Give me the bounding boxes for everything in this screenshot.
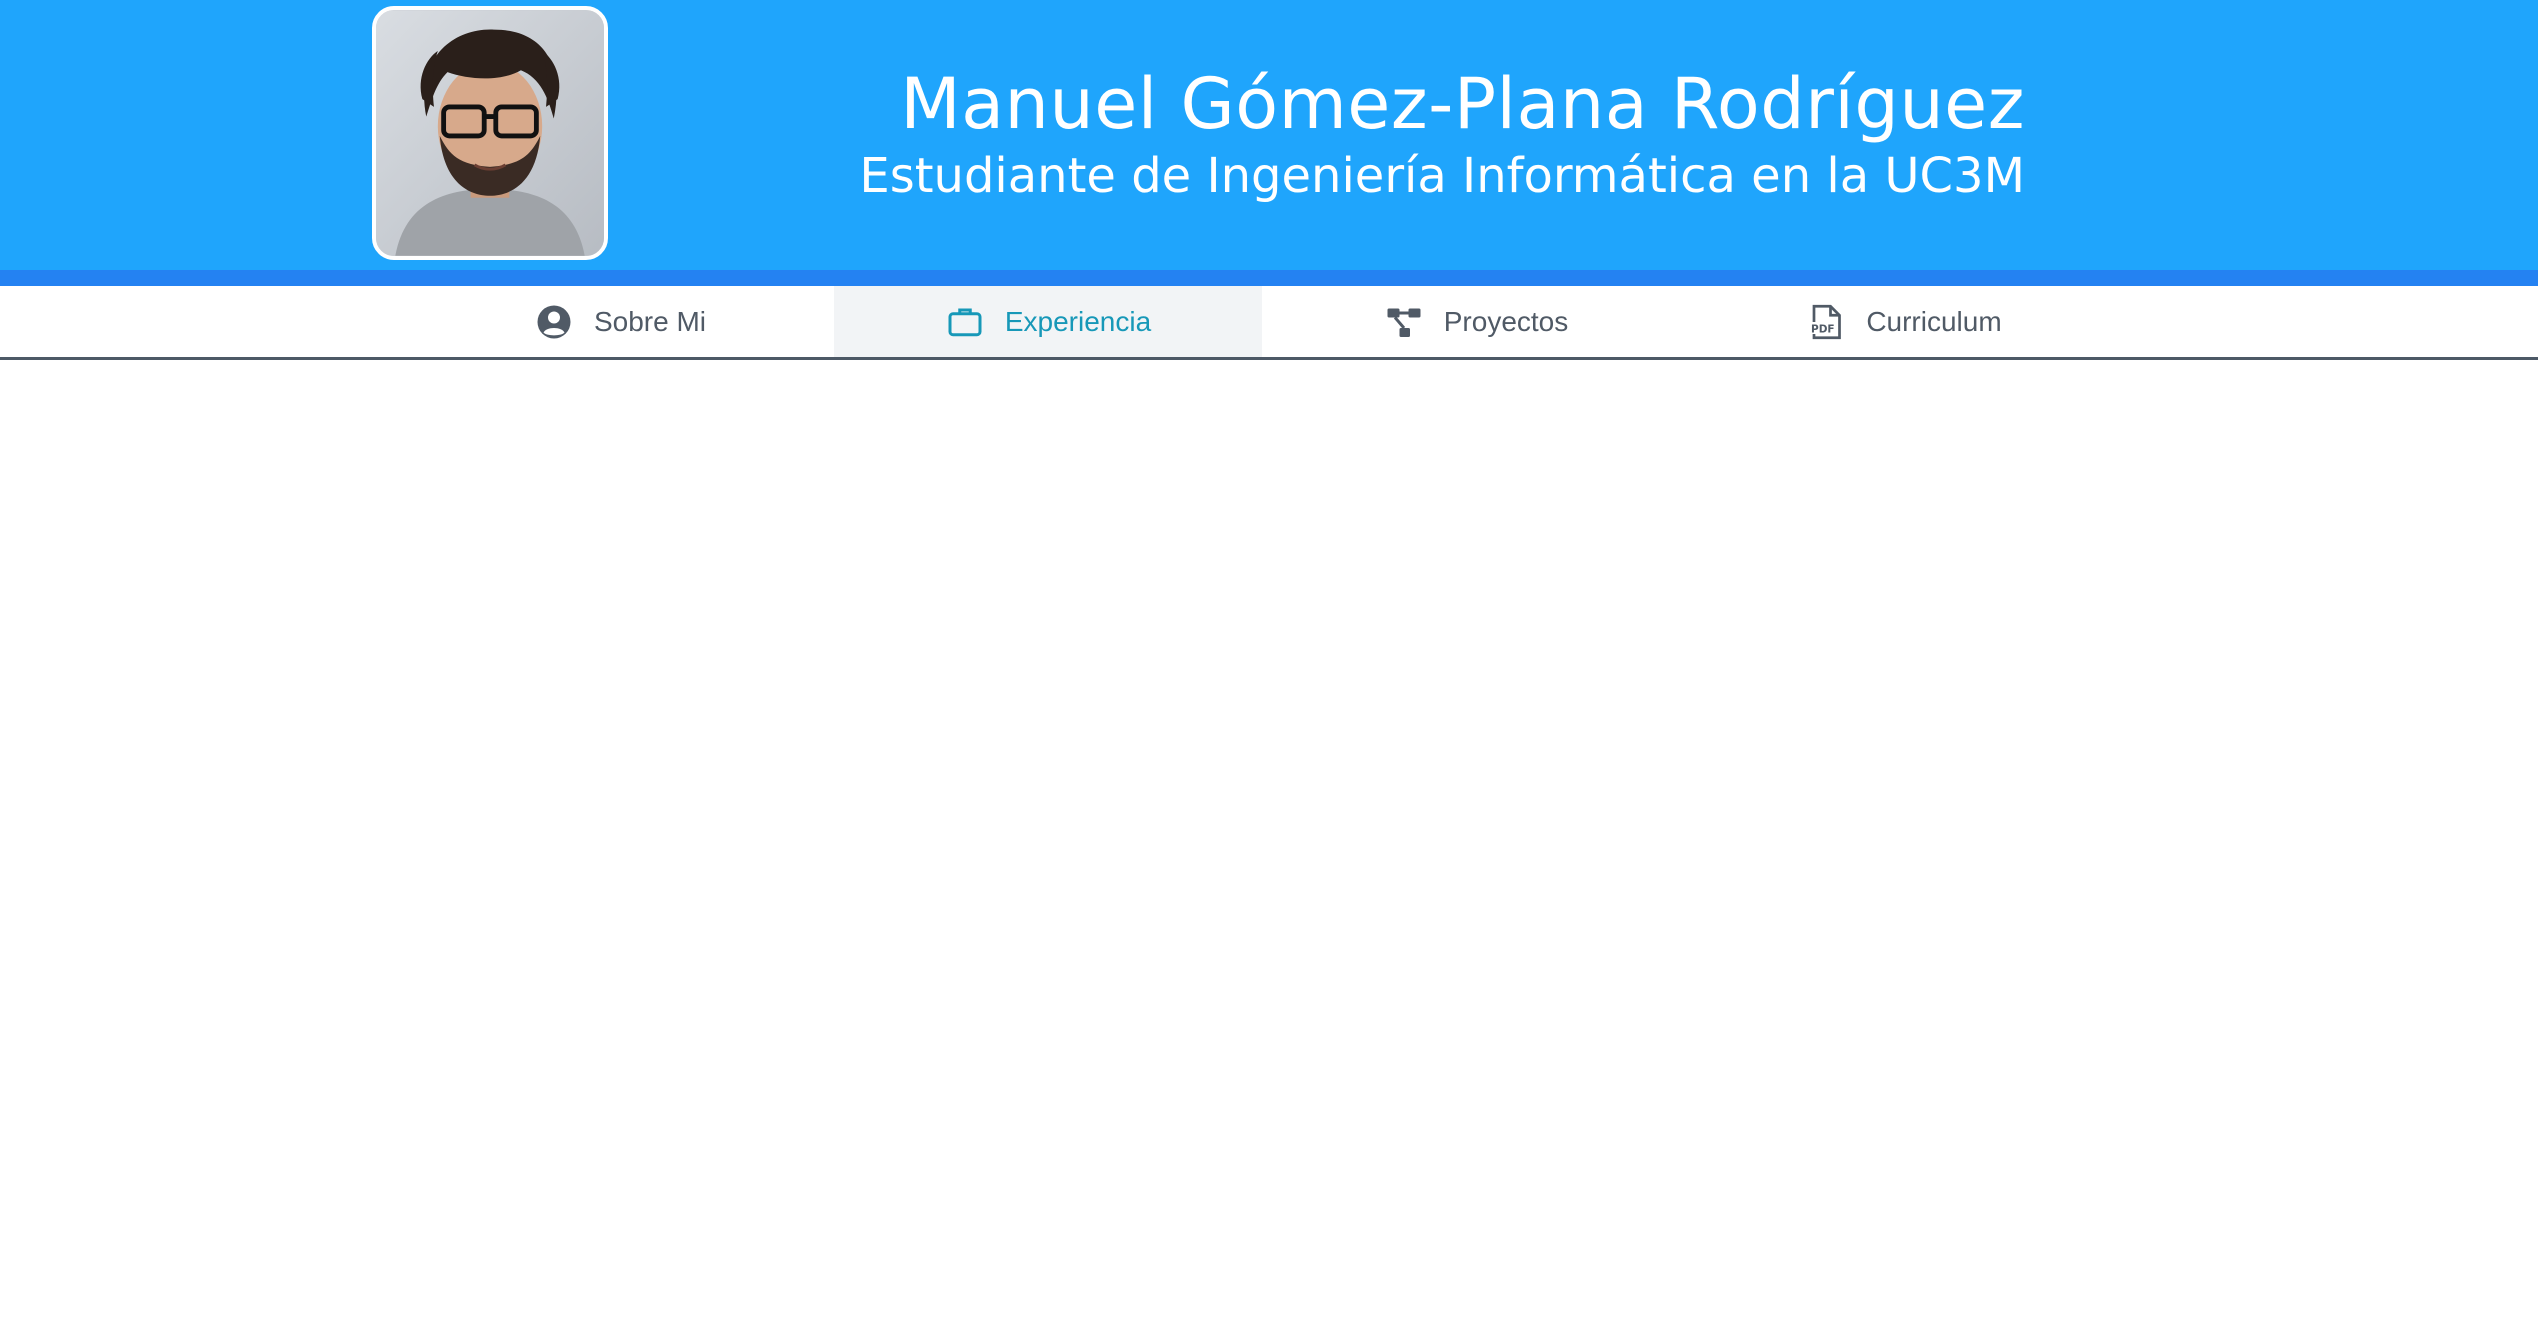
header-banner: Manuel Gómez-Plana Rodríguez Estudiante … [0,0,2538,270]
tab-label: Proyectos [1443,306,1569,337]
tab-proyectos[interactable]: Proyectos [1262,286,1690,358]
avatar [372,6,608,260]
tab-sobre-mi[interactable]: Sobre Mi [406,286,834,358]
main-content [0,360,2538,1332]
profile-photo [376,10,604,256]
tab-label: Sobre Mi [593,306,707,337]
page: Manuel Gómez-Plana Rodríguez Estudiante … [0,0,2538,1332]
briefcase-icon [945,302,985,342]
title-block: Manuel Gómez-Plana Rodríguez Estudiante … [859,60,2025,204]
tab-curriculum[interactable]: PDF Curriculum [1690,286,2118,358]
page-title: Manuel Gómez-Plana Rodríguez [900,63,2025,145]
page-subtitle: Estudiante de Ingeniería Informática en … [859,148,2025,204]
header-stripe [0,270,2538,286]
user-circle-icon [534,302,574,342]
diagram-icon [1384,302,1424,342]
tab-label: Experiencia [1004,306,1152,337]
main-nav: Sobre Mi Experiencia Proyectos PDF Curri… [406,286,2118,358]
svg-text:PDF: PDF [1811,324,1835,336]
pdf-file-icon: PDF [1806,302,1846,342]
tab-label: Curriculum [1866,306,2002,337]
tab-experiencia[interactable]: Experiencia [834,286,1262,358]
